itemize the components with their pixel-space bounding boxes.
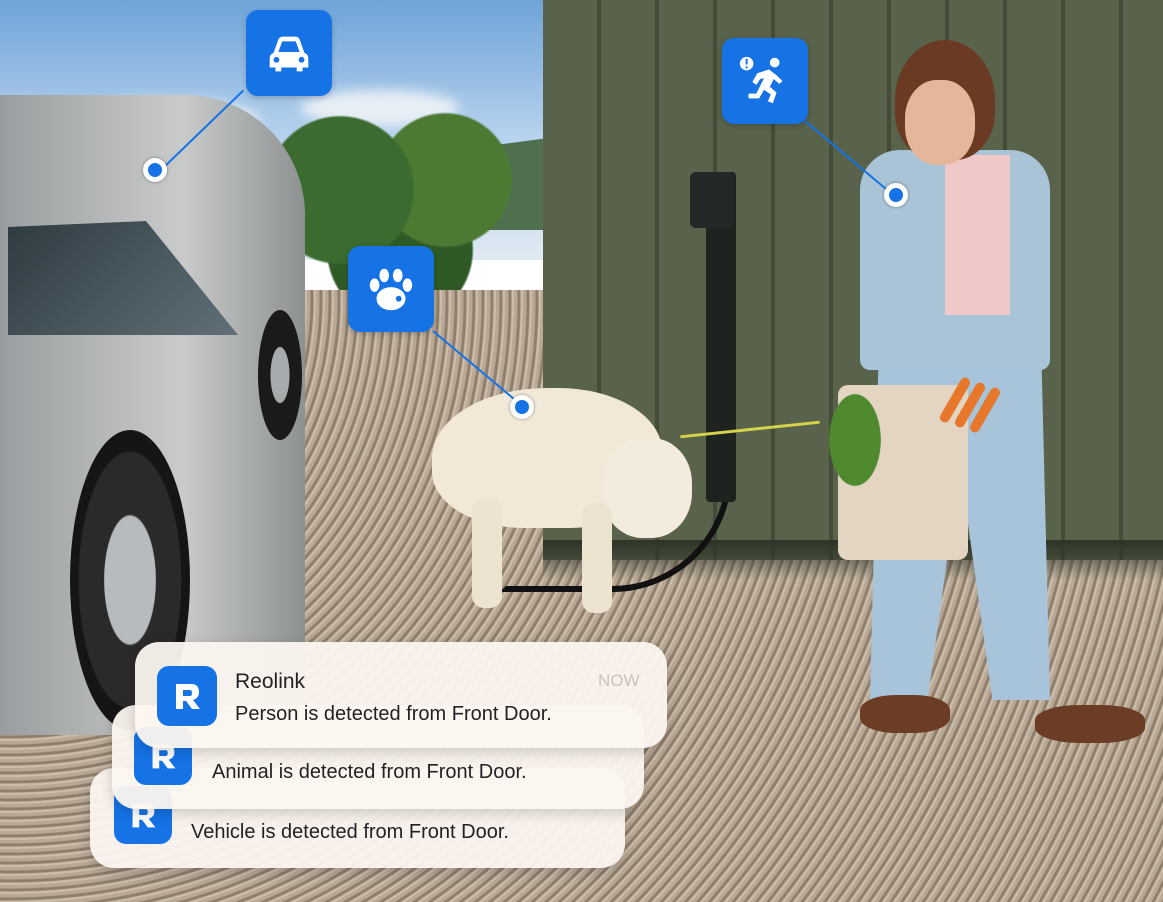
reolink-logo-icon (157, 666, 217, 726)
sandal (860, 695, 950, 733)
sandal (1035, 705, 1145, 743)
dog-leg (472, 498, 502, 608)
animal-detection-badge (348, 246, 434, 332)
person-detection-badge (722, 38, 808, 124)
running-person-alert-icon (739, 56, 783, 104)
car-window (8, 221, 238, 335)
leafy-greens (810, 360, 900, 520)
dog (432, 378, 692, 628)
notification-time: NOW (598, 671, 640, 690)
dog-head (602, 438, 692, 538)
person-detection-point (884, 183, 908, 207)
woman-shirt (945, 155, 1010, 315)
notification-app-name: Reolink (235, 670, 306, 693)
notification-message: Vehicle is detected from Front Door. (191, 821, 509, 843)
animal-detection-point (510, 395, 534, 419)
car-rear-wheel (258, 310, 302, 440)
woman-face (905, 80, 975, 165)
paw-icon (369, 268, 413, 311)
dog-leg (582, 503, 612, 613)
ev-charger (690, 172, 734, 228)
vehicle-detection-badge (246, 10, 332, 96)
notification-message: Person is detected from Front Door. (235, 703, 552, 725)
car-icon (269, 36, 309, 72)
notification-card-person[interactable]: Reolink NOW Person is detected from Fron… (135, 642, 667, 748)
notification-message: Animal is detected from Front Door. (212, 761, 527, 783)
vehicle-detection-point (143, 158, 167, 182)
